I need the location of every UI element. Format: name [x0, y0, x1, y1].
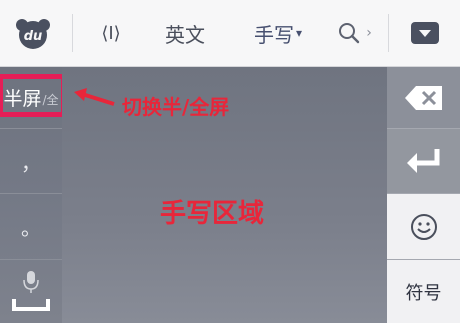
baidu-logo-button[interactable]: du	[0, 0, 66, 66]
collapse-keyboard-icon	[410, 22, 439, 44]
handwriting-area-annotation: 手写区域	[160, 199, 265, 229]
keyboard-toolbar: du ⟨I⟩ 英文 手写 ▾ ›	[0, 0, 460, 67]
period-key[interactable]: 。	[0, 194, 62, 260]
backspace-icon	[404, 85, 442, 110]
comma-label: ，	[21, 150, 41, 175]
symbols-label: 符号	[405, 282, 442, 304]
hide-keyboard-button[interactable]	[389, 0, 460, 66]
search-icon	[339, 23, 360, 44]
english-mode-button[interactable]: 英文	[148, 0, 222, 66]
space-voice-icon	[12, 270, 50, 311]
toggle-annotation: 切换半/全屏	[122, 95, 230, 119]
space-icon	[12, 298, 50, 311]
baidu-keyboard: du ⟨I⟩ 英文 手写 ▾ › 半屏 /全 ， 。 符号 切换半/全屏 手写区…	[0, 0, 460, 323]
toolbar-divider	[72, 14, 73, 52]
smiley-icon	[410, 213, 437, 240]
handwriting-mode-button[interactable]: 手写 ▾	[236, 0, 320, 66]
enter-icon	[406, 149, 439, 173]
search-button[interactable]: ›	[330, 0, 380, 66]
cursor-move-button[interactable]: ⟨I⟩	[80, 0, 142, 66]
highlight-box	[0, 74, 66, 117]
chevron-right-icon: ›	[366, 25, 372, 41]
right-key-column: 符号	[387, 67, 460, 323]
emoji-key[interactable]	[387, 194, 460, 260]
logo-text: du	[24, 29, 43, 44]
baidu-paw-icon: du	[16, 19, 50, 49]
backspace-key[interactable]	[387, 67, 460, 129]
handwriting-label: 手写	[253, 22, 294, 47]
comma-key[interactable]: ，	[0, 129, 62, 194]
dropdown-caret-icon: ▾	[295, 26, 303, 40]
space-voice-key[interactable]	[0, 260, 62, 323]
enter-key[interactable]	[387, 129, 460, 194]
symbols-key[interactable]: 符号	[387, 260, 460, 323]
english-label: 英文	[165, 22, 205, 47]
half-full-screen-toggle[interactable]: 半屏 /全	[0, 67, 66, 129]
left-key-column: 半屏 /全 ， 。	[0, 67, 66, 323]
cursor-icon: ⟨I⟩	[101, 22, 121, 44]
period-label: 。	[21, 216, 41, 240]
microphone-icon	[27, 270, 35, 284]
annotation-arrow-icon	[74, 88, 115, 106]
